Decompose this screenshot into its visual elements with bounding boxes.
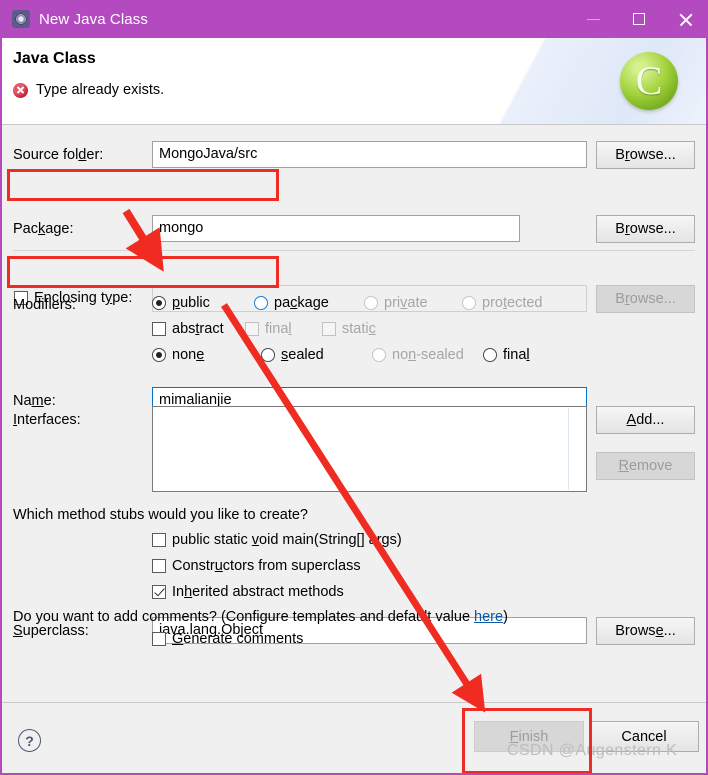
sealed-final-radio[interactable]: final: [483, 347, 530, 363]
checkbox-generate-comments-icon: [152, 632, 166, 646]
radio-private-icon: [364, 296, 378, 310]
superclass-row: Superclass: java.lang.Object Brows e...: [2, 371, 706, 645]
maximize-button[interactable]: [616, 0, 662, 38]
interfaces-add-button[interactable]: Add...: [596, 406, 695, 434]
status-message: Type already exists.: [13, 82, 164, 98]
interfaces-remove-button: Remove: [596, 452, 695, 480]
interfaces-listbox[interactable]: [152, 406, 587, 492]
superclass-browse-button[interactable]: Brows e...: [596, 617, 695, 645]
generate-comments-checkbox[interactable]: Generate comments: [152, 631, 303, 647]
checkbox-final-icon: [245, 322, 259, 336]
interfaces-label: Interfaces:: [13, 412, 81, 428]
modifier-abstract-label: abstract: [172, 321, 224, 337]
sealed-none-radio[interactable]: none: [152, 347, 204, 363]
enclosing-type-browse-button: Br owse...: [596, 285, 695, 313]
stub-inherited-checkbox[interactable]: Inherited abstract methods: [152, 584, 344, 600]
stub-inherited-label: Inherited abstract methods: [172, 584, 344, 600]
radio-public-icon: [152, 296, 166, 310]
java-class-badge-icon: C: [620, 52, 678, 110]
radio-non-sealed-icon: [372, 348, 386, 362]
button-bar: ? Finish Cancel: [2, 703, 706, 771]
sealed-final-label: final: [503, 347, 530, 363]
badge-letter: C: [635, 58, 663, 103]
title-bar: New Java Class: [2, 0, 706, 38]
radio-protected-icon: [462, 296, 476, 310]
modifier-static-label: static: [342, 321, 376, 337]
stub-main-method-checkbox[interactable]: public static void main(String[] args): [152, 532, 402, 548]
radio-sealed-icon: [261, 348, 275, 362]
superclass-label: Superclass:: [13, 623, 89, 639]
help-icon[interactable]: ?: [18, 729, 41, 752]
cog-icon: [12, 10, 30, 28]
configure-templates-link[interactable]: here: [474, 609, 503, 625]
modifier-package-label: package: [274, 295, 329, 311]
stub-main-method-label: public static void main(String[] args): [172, 532, 402, 548]
sealed-non-sealed-label: non-sealed: [392, 347, 464, 363]
modifier-protected-radio: protected: [462, 295, 542, 311]
modifier-abstract-checkbox[interactable]: abstract: [152, 321, 224, 337]
comments-question: Do you want to add comments? (Configure …: [13, 609, 508, 625]
source-folder-input[interactable]: MongoJava/src: [152, 141, 587, 168]
modifier-package-radio[interactable]: package: [254, 295, 329, 311]
window-controls: [570, 0, 706, 38]
checkbox-inherited-icon: [152, 585, 166, 599]
status-message-text: Type already exists.: [36, 82, 165, 98]
source-folder-browse-button[interactable]: Br owse...: [596, 141, 695, 169]
stub-constructors-label: Constructors from superclass: [172, 558, 361, 574]
method-stubs-question: Which method stubs would you like to cre…: [13, 507, 308, 523]
new-java-class-dialog: New Java Class Java Class Type already e…: [0, 0, 708, 775]
checkbox-abstract-icon: [152, 322, 166, 336]
modifier-static-checkbox: static: [322, 321, 376, 337]
sealed-non-sealed-radio: non-sealed: [372, 347, 464, 363]
sealed-sealed-radio[interactable]: sealed: [261, 347, 324, 363]
modifier-public-radio[interactable]: public: [152, 295, 210, 311]
divider-1: [13, 250, 695, 251]
name-row: Name: mimalianjie: [2, 256, 706, 414]
checkbox-constructors-icon: [152, 559, 166, 573]
stub-constructors-checkbox[interactable]: Constructors from superclass: [152, 558, 361, 574]
window-title: New Java Class: [39, 10, 148, 28]
watermark: CSDN @Augenstern K: [507, 742, 678, 759]
modifier-public-label: public: [172, 295, 210, 311]
checkbox-main-method-icon: [152, 533, 166, 547]
minimize-button[interactable]: [570, 0, 616, 38]
modifier-private-radio: private: [364, 295, 428, 311]
modifier-final-checkbox: final: [245, 321, 292, 337]
source-folder-row: Source folder: MongoJava/src Br owse...: [2, 133, 706, 169]
modifier-protected-label: protected: [482, 295, 543, 311]
wizard-header: Java Class Type already exists. C: [2, 38, 706, 125]
sealed-sealed-label: sealed: [281, 347, 324, 363]
error-icon: [13, 82, 28, 98]
close-button[interactable]: [662, 0, 706, 38]
modifier-final-label: final: [265, 321, 292, 337]
checkbox-static-icon: [322, 322, 336, 336]
radio-none-icon: [152, 348, 166, 362]
radio-sealed-final-icon: [483, 348, 497, 362]
sealed-none-label: none: [172, 347, 205, 363]
enclosing-type-row: Enclosing type: Br owse...: [2, 205, 706, 313]
form-area: Source folder: MongoJava/src Br owse... P…: [2, 125, 706, 700]
source-folder-label: Source folder:: [13, 147, 104, 163]
radio-package-icon: [254, 296, 268, 310]
interfaces-list-divider: [568, 408, 569, 490]
package-row: Package: mongo Br owse...: [2, 170, 706, 243]
generate-comments-label: Generate comments: [172, 631, 304, 647]
modifiers-label: Modifiers:: [13, 297, 76, 313]
modifier-private-label: private: [384, 295, 428, 311]
page-title: Java Class: [13, 50, 96, 67]
